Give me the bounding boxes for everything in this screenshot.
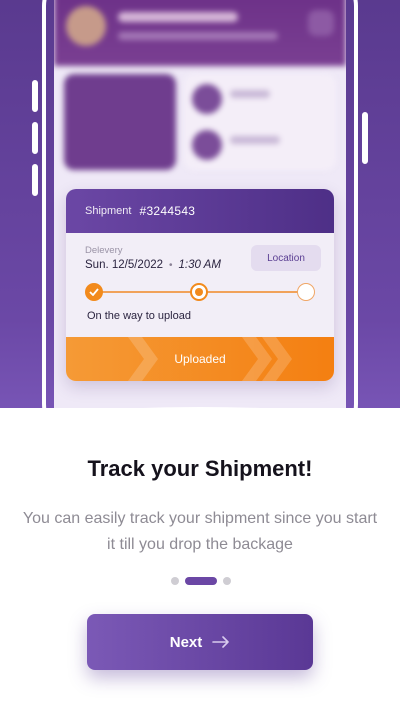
shipment-header: Shipment #3244543 bbox=[66, 189, 334, 233]
uploaded-label: Uploaded bbox=[174, 352, 226, 366]
chevron-right-icon bbox=[128, 337, 158, 381]
step-done-check-icon bbox=[85, 283, 103, 301]
page-subtitle: You can easily track your shipment since… bbox=[22, 510, 378, 553]
page-indicator bbox=[171, 577, 231, 585]
page-dot-active[interactable] bbox=[185, 577, 217, 585]
phone-side-button bbox=[32, 122, 38, 154]
delivery-datetime: Sun. 12/5/2022 • 1:30 AM bbox=[85, 259, 221, 271]
step-pending bbox=[297, 283, 315, 301]
next-button-label: Next bbox=[169, 633, 203, 651]
current-stage-label: On the way to upload bbox=[87, 310, 191, 322]
page-title: Track your Shipment! bbox=[87, 456, 313, 481]
delivery-time: 1:30 AM bbox=[178, 259, 221, 271]
shipment-number: #3244543 bbox=[139, 204, 196, 218]
page-dot[interactable] bbox=[171, 577, 179, 585]
page-dot[interactable] bbox=[223, 577, 231, 585]
onboarding-screen: Shipment #3244543 Delevery Sun. 12/5/202… bbox=[0, 0, 400, 710]
delivery-label: Delevery bbox=[85, 245, 123, 256]
step-current bbox=[190, 283, 208, 301]
location-button[interactable]: Location bbox=[251, 245, 321, 271]
phone-side-button bbox=[32, 80, 38, 112]
shipment-label: Shipment bbox=[85, 205, 132, 217]
shipment-card: Shipment #3244543 Delevery Sun. 12/5/202… bbox=[66, 189, 334, 381]
uploaded-status-bar: Uploaded bbox=[66, 337, 334, 381]
phone-side-button bbox=[362, 112, 368, 164]
phone-side-button bbox=[32, 164, 38, 196]
shipment-details: Delevery Sun. 12/5/2022 • 1:30 AM Location… bbox=[66, 233, 334, 337]
delivery-date: Sun. 12/5/2022 bbox=[85, 259, 164, 271]
next-button[interactable]: Next bbox=[87, 614, 313, 670]
check-icon bbox=[89, 288, 99, 296]
chevron-right-icon bbox=[262, 337, 292, 381]
arrow-right-icon bbox=[212, 636, 230, 648]
separator-dot: • bbox=[169, 260, 173, 271]
